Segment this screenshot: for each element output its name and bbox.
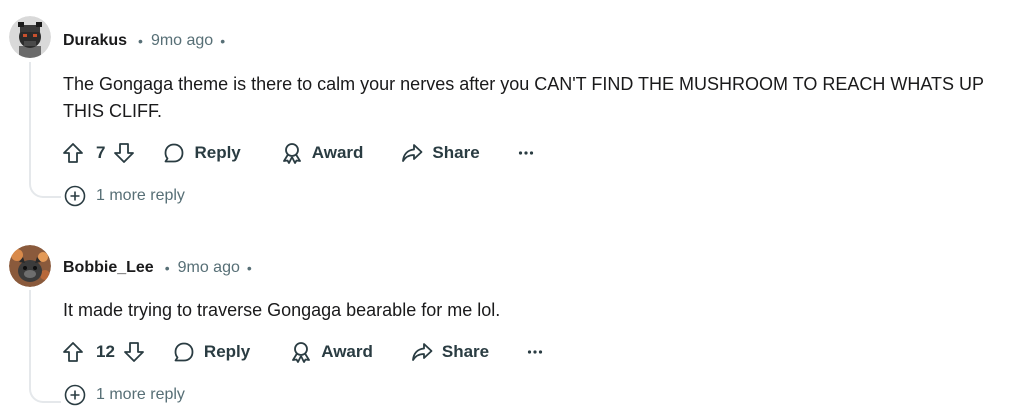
downvote-icon[interactable] <box>123 341 145 363</box>
award-label: Award <box>311 143 364 162</box>
share-button[interactable]: Share <box>411 341 489 363</box>
comment: Durakus • 9mo ago • The Gongaga theme is… <box>0 0 1024 215</box>
comment-actions: 7 Reply Award Share <box>62 138 534 168</box>
award-button[interactable]: Award <box>290 341 373 363</box>
share-button[interactable]: Share <box>401 142 480 164</box>
share-label: Share <box>441 342 490 361</box>
reply-button[interactable]: Reply <box>163 142 241 164</box>
more-options-button[interactable] <box>518 150 534 156</box>
comment: Bobbie_Lee • 9mo ago • It made trying to… <box>0 228 1024 407</box>
vote-group: 12 <box>62 341 145 363</box>
more-replies-label: 1 more reply <box>96 386 185 403</box>
reply-label: Reply <box>194 143 241 162</box>
comment-actions: 12 Reply Award Share <box>62 337 543 367</box>
more-options-button[interactable] <box>527 349 543 355</box>
comment-body: It made trying to traverse Gongaga beara… <box>63 300 501 320</box>
username[interactable]: Durakus <box>63 32 127 50</box>
more-dots-icon <box>518 150 534 156</box>
share-icon <box>411 341 433 363</box>
share-label: Share <box>432 143 480 162</box>
comment-bubble-icon <box>173 341 195 363</box>
meta-separator: • <box>138 33 143 49</box>
comment-body: The Gongaga theme is there to calm your … <box>63 74 984 121</box>
award-label: Award <box>321 342 373 361</box>
meta-separator: • <box>220 33 226 49</box>
timestamp[interactable]: 9mo ago <box>151 32 213 50</box>
downvote-icon[interactable] <box>113 142 135 164</box>
award-button[interactable]: Award <box>281 142 364 164</box>
comment-meta: Durakus • 9mo ago • <box>63 32 225 50</box>
thread-line[interactable] <box>29 290 31 384</box>
plus-circle-icon <box>64 384 86 406</box>
reply-label: Reply <box>203 342 251 361</box>
username[interactable]: Bobbie_Lee <box>63 259 154 277</box>
comment-meta: Bobbie_Lee • 9mo ago • <box>63 259 252 277</box>
award-icon <box>281 142 303 164</box>
thread-line[interactable] <box>29 62 31 180</box>
reply-button[interactable]: Reply <box>173 341 250 363</box>
vote-group: 7 <box>62 142 135 164</box>
thread-connector <box>29 383 61 403</box>
upvote-icon[interactable] <box>62 142 84 164</box>
avatar[interactable] <box>9 245 51 287</box>
share-icon <box>401 142 423 164</box>
vote-count: 7 <box>96 143 106 162</box>
vote-count: 12 <box>96 342 115 361</box>
more-replies-button[interactable]: 1 more reply <box>64 185 185 207</box>
award-icon <box>290 341 312 363</box>
comment-bubble-icon <box>163 142 185 164</box>
more-replies-label: 1 more reply <box>96 187 185 204</box>
timestamp[interactable]: 9mo ago <box>178 259 240 277</box>
plus-circle-icon <box>64 185 86 207</box>
avatar[interactable] <box>9 16 51 58</box>
meta-separator: • <box>246 260 252 276</box>
more-replies-button[interactable]: 1 more reply <box>64 384 185 406</box>
more-dots-icon <box>527 349 543 355</box>
upvote-icon[interactable] <box>62 341 84 363</box>
thread-connector <box>29 178 61 198</box>
meta-separator: • <box>164 260 170 276</box>
